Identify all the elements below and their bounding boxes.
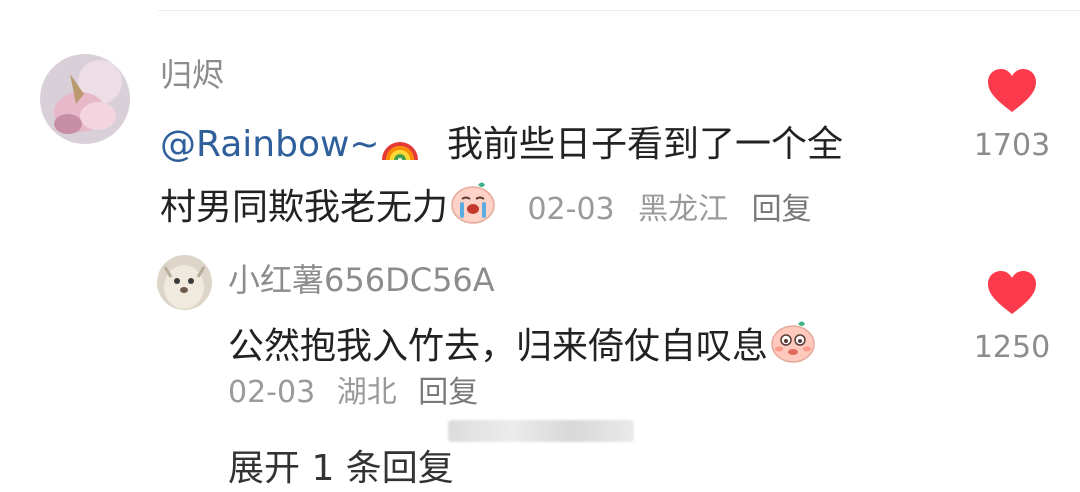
comment-date: 02-03 — [527, 192, 615, 227]
reply-username[interactable]: 小红薯656DC56A — [228, 260, 495, 300]
avatar[interactable] — [157, 255, 212, 310]
blurred-watermark — [448, 420, 634, 442]
reply-meta: 02-03 湖北 回复 — [228, 373, 478, 413]
avatar[interactable] — [40, 54, 130, 144]
reply-button[interactable]: 回复 — [418, 375, 478, 410]
like-button[interactable] — [986, 68, 1038, 114]
comment-text: 村男同欺我老无力 — [160, 187, 449, 228]
comment-username[interactable]: 归烬 — [160, 55, 224, 95]
crying-face-emoji — [448, 179, 498, 225]
heart-icon — [988, 271, 1036, 314]
reply-button[interactable]: 回复 — [752, 192, 812, 227]
mention-link[interactable]: @Rainbow~ — [160, 124, 380, 165]
top-divider — [158, 10, 1080, 11]
like-count: 1703 — [973, 128, 1051, 163]
shy-face-emoji — [768, 318, 818, 364]
comment-text: 我前些日子看到了一个全 — [447, 124, 844, 165]
reply-location: 湖北 — [336, 375, 397, 410]
comment-location: 黑龙江 — [638, 192, 729, 227]
rainbow-emoji — [380, 128, 420, 162]
reply-text-line: 公然抱我入竹去，归来倚仗自叹息 — [228, 318, 818, 370]
comment-text-line: 村男同欺我老无力 02-03 黑龙江 回复 — [160, 179, 812, 233]
reply-text: 公然抱我入竹去，归来倚仗自叹息 — [228, 326, 769, 367]
expand-replies-link[interactable]: 展开 1 条回复 — [228, 446, 454, 492]
like-button[interactable] — [986, 270, 1038, 316]
like-count: 1250 — [973, 330, 1051, 365]
heart-icon — [988, 69, 1036, 112]
comment-text-line: @Rainbow~ 我前些日子看到了一个全 — [160, 122, 843, 168]
reply-date: 02-03 — [228, 375, 316, 410]
